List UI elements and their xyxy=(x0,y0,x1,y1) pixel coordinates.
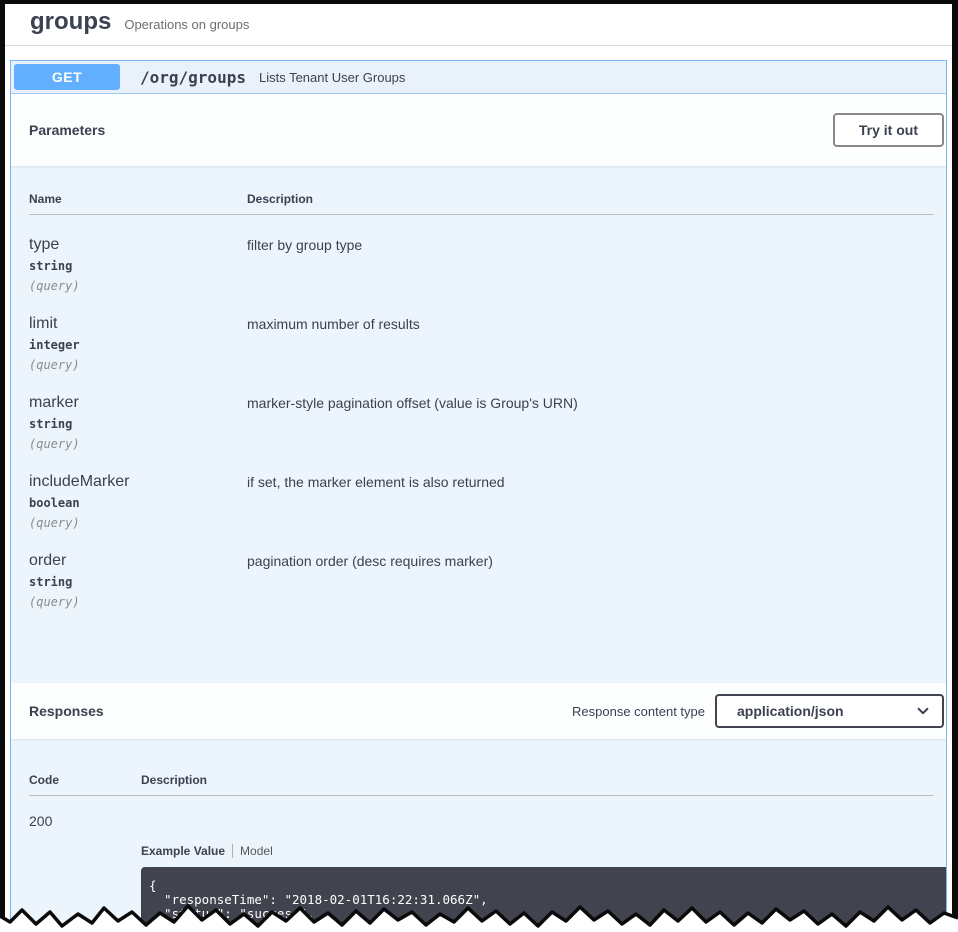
param-name: order xyxy=(29,552,67,569)
code-line: { xyxy=(149,878,157,893)
param-location: (query) xyxy=(29,595,80,609)
response-code: 200 xyxy=(29,813,53,829)
column-header-description: Description xyxy=(247,192,314,206)
param-location: (query) xyxy=(29,279,80,293)
tab-example-value[interactable]: Example Value xyxy=(141,844,225,858)
column-header-code: Code xyxy=(29,773,59,787)
response-description-cell: Example Value Model { "responseTime": "2… xyxy=(141,813,946,932)
screenshot-frame: groups Operations on groups GET /org/gro… xyxy=(0,0,958,932)
param-row: includeMarker boolean (query) if set, th… xyxy=(29,452,934,531)
param-row: order string (query) pagination order (d… xyxy=(29,531,934,610)
param-name: includeMarker xyxy=(29,473,130,490)
response-content-type-control: Response content type application/json xyxy=(572,694,944,728)
param-name-cell: type string (query) xyxy=(29,235,247,294)
param-name-cell: marker string (query) xyxy=(29,393,247,452)
http-method-badge: GET xyxy=(14,64,120,90)
responses-section-header: Responses Response content type applicat… xyxy=(11,683,946,739)
header-divider xyxy=(5,45,952,46)
tag-title: groups xyxy=(30,8,112,35)
param-row: type string (query) filter by group type xyxy=(29,215,934,294)
param-type: integer xyxy=(29,338,80,352)
tag-header: groups Operations on groups xyxy=(5,4,952,37)
param-location: (query) xyxy=(29,437,80,451)
example-response-code-block: { "responseTime": "2018-02-01T16:22:31.0… xyxy=(141,867,946,932)
try-it-out-button[interactable]: Try it out xyxy=(832,113,944,147)
code-line: "apiVersion": "2.0", xyxy=(149,920,315,932)
param-description: pagination order (desc requires marker) xyxy=(247,553,493,569)
param-description: filter by group type xyxy=(247,237,363,253)
tag-subtitle: Operations on groups xyxy=(124,17,250,32)
response-row: 200 Example Value Model { "responseTime"… xyxy=(29,796,946,932)
column-header-name: Name xyxy=(29,192,62,206)
param-description: if set, the marker element is also retur… xyxy=(247,474,505,490)
param-row: marker string (query) marker-style pagin… xyxy=(29,373,934,452)
param-location: (query) xyxy=(29,516,80,530)
tab-model[interactable]: Model xyxy=(240,844,273,858)
param-name: limit xyxy=(29,315,58,332)
code-line: "status": "success", xyxy=(149,906,315,921)
parameters-table: Name Description type string (query) fil… xyxy=(11,166,946,683)
param-name-cell: includeMarker boolean (query) xyxy=(29,472,247,531)
param-name-cell: order string (query) xyxy=(29,551,247,610)
param-name-cell: limit integer (query) xyxy=(29,314,247,373)
endpoint-path: /org/groups xyxy=(140,67,246,87)
column-header-description: Description xyxy=(141,773,208,787)
param-description: maximum number of results xyxy=(247,316,420,332)
opblock-get-org-groups: GET /org/groups Lists Tenant User Groups… xyxy=(10,60,947,932)
code-line: "responseTime": "2018-02-01T16:22:31.066… xyxy=(149,892,488,907)
param-type: string xyxy=(29,259,73,273)
param-description: marker-style pagination offset (value is… xyxy=(247,395,578,411)
param-type: boolean xyxy=(29,496,80,510)
parameters-table-header: Name Description xyxy=(29,192,934,215)
param-type: string xyxy=(29,417,73,431)
tab-divider xyxy=(232,844,234,858)
param-type: string xyxy=(29,575,73,589)
parameters-section-header: Parameters Try it out xyxy=(11,94,946,166)
responses-table: Code Description 200 Example Value Model… xyxy=(11,739,946,932)
responses-table-header: Code Description xyxy=(29,773,934,796)
operation-summary-bar[interactable]: GET /org/groups Lists Tenant User Groups xyxy=(11,61,946,94)
responses-title: Responses xyxy=(29,703,104,719)
swagger-page: groups Operations on groups GET /org/gro… xyxy=(5,4,952,932)
selected-content-type: application/json xyxy=(737,703,844,719)
response-content-type-label: Response content type xyxy=(572,703,705,719)
param-row: limit integer (query) maximum number of … xyxy=(29,294,934,373)
model-example-tabs: Example Value Model xyxy=(141,844,946,858)
chevron-down-icon xyxy=(917,707,929,715)
param-name: marker xyxy=(29,394,79,411)
param-name: type xyxy=(29,236,60,253)
param-location: (query) xyxy=(29,358,80,372)
parameters-title: Parameters xyxy=(29,122,106,138)
endpoint-summary: Lists Tenant User Groups xyxy=(258,69,406,85)
response-content-type-select[interactable]: application/json xyxy=(715,694,944,728)
